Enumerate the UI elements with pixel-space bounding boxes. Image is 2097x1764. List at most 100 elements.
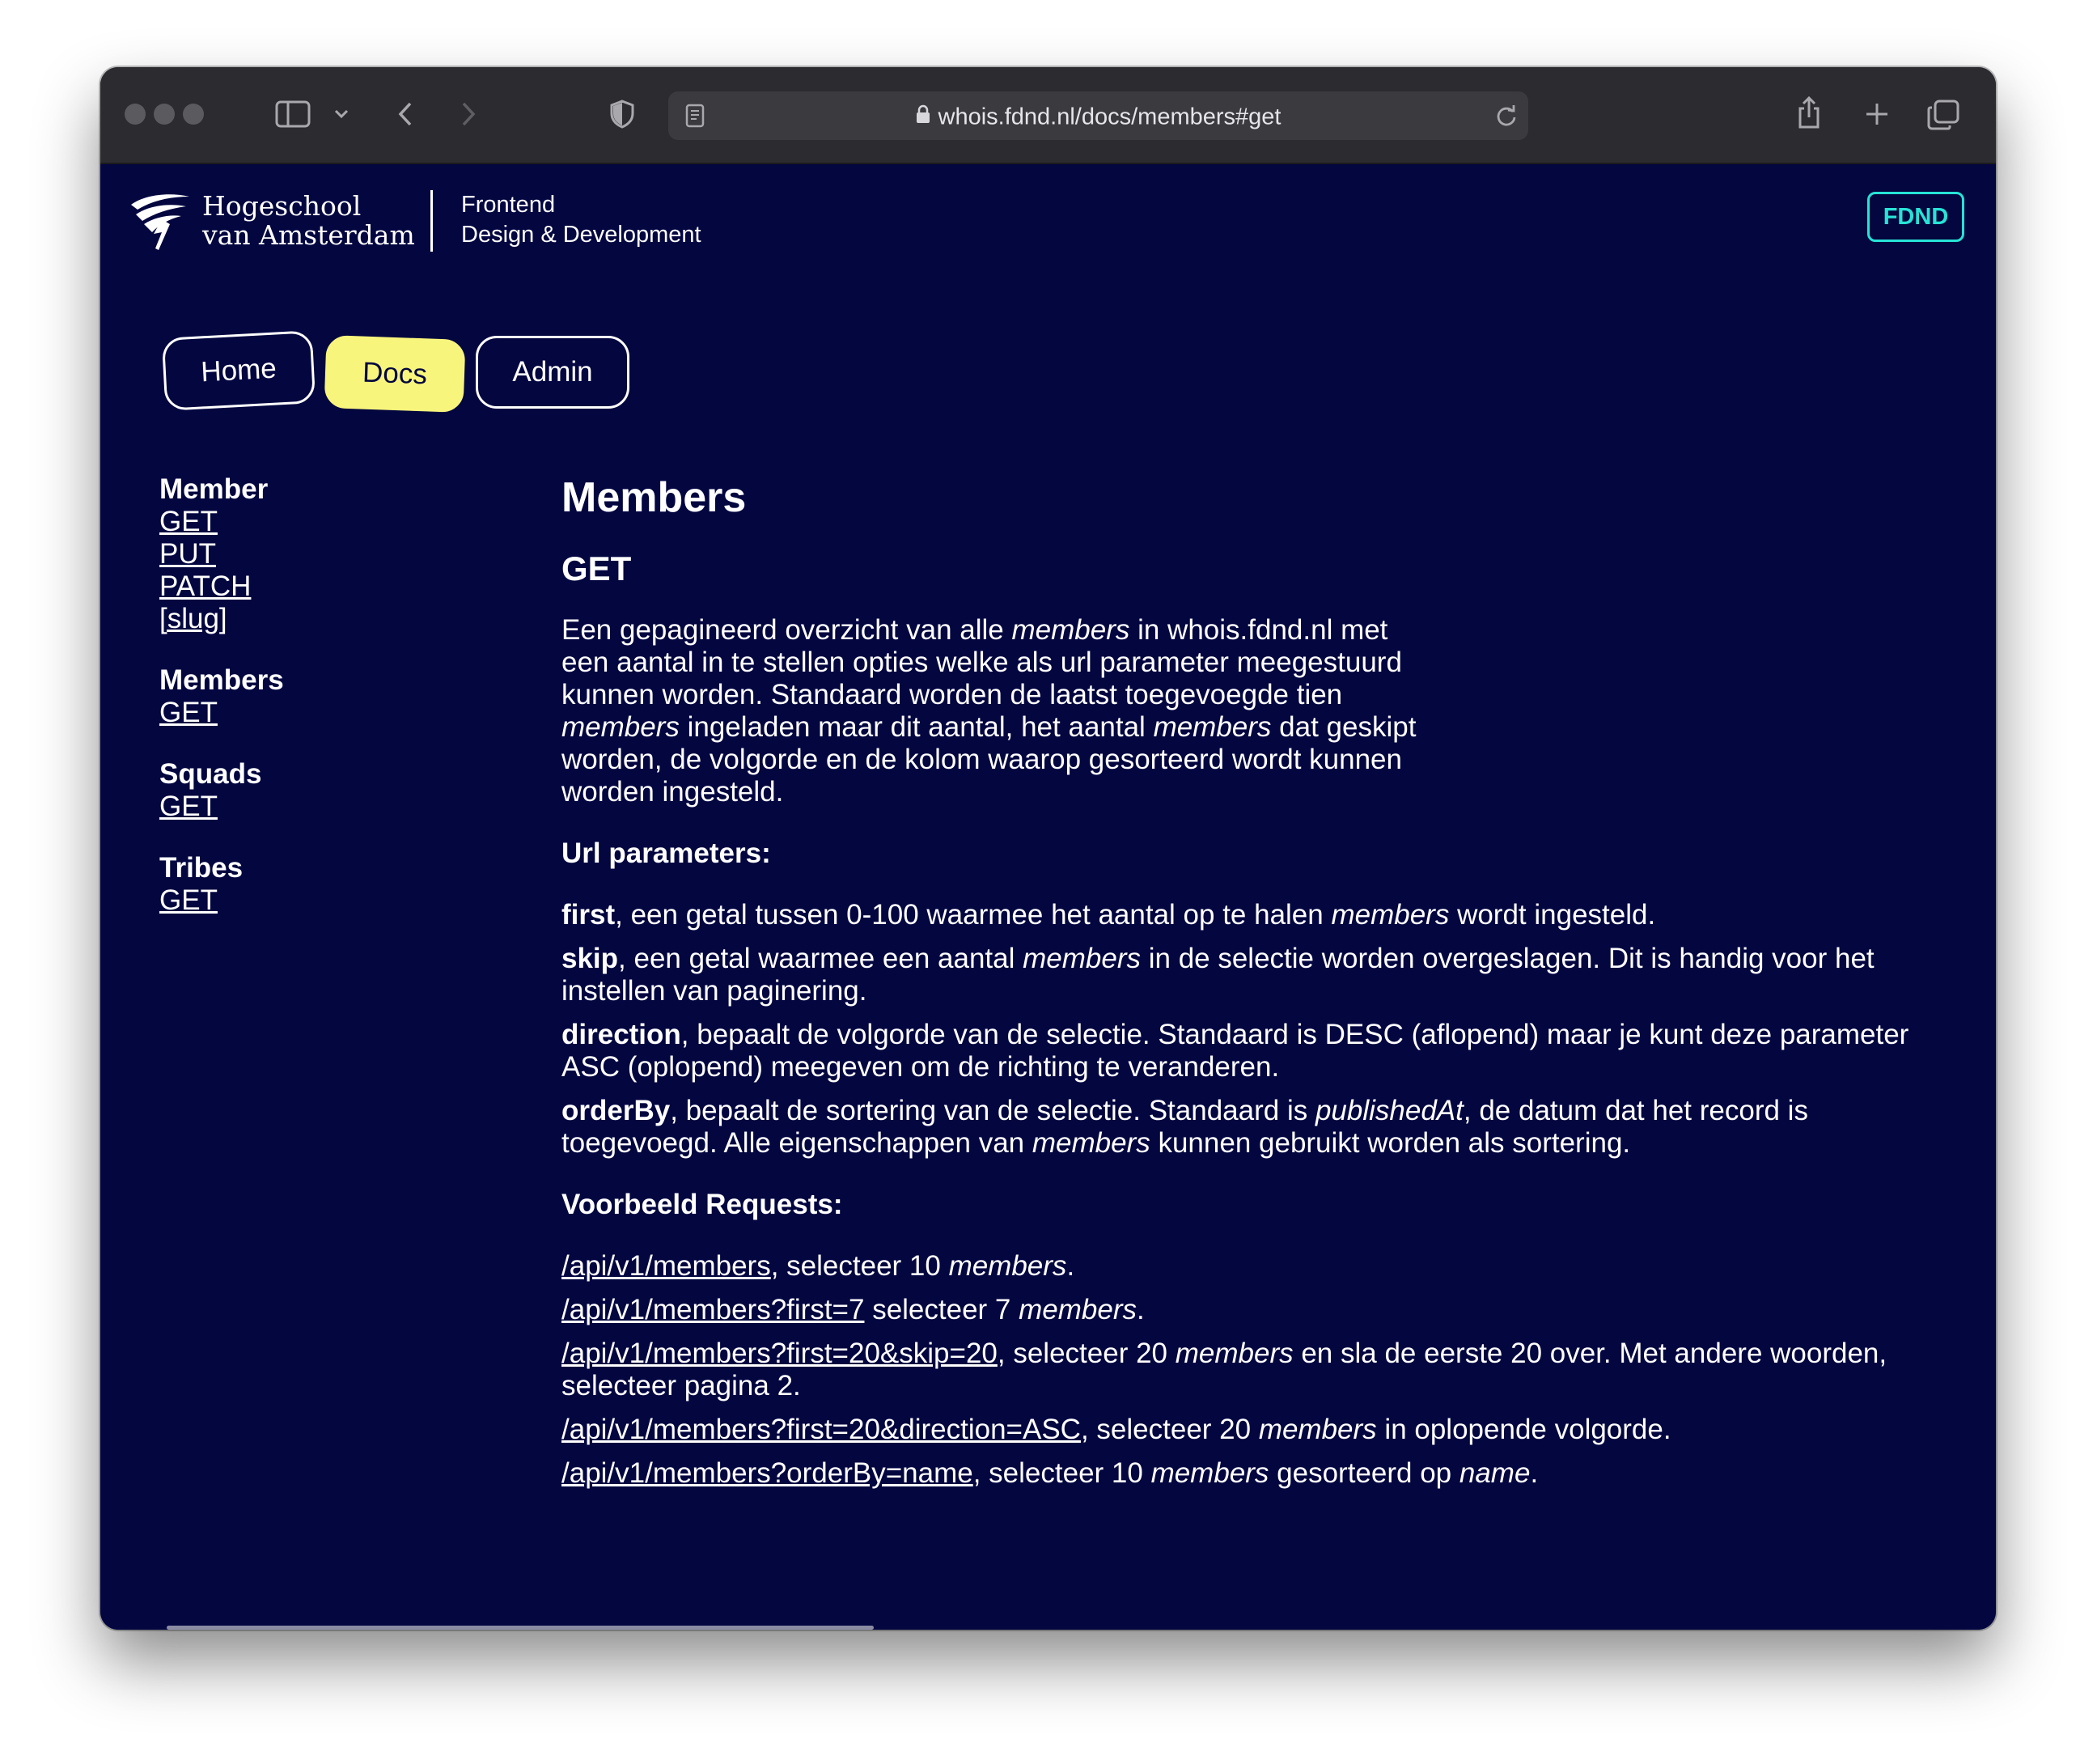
sidebar-title-squads: Squads (159, 758, 262, 790)
fdnd-badge[interactable]: FDND (1867, 192, 1964, 242)
intro-text-3: ingeladen maar dit aantal, het aantal (679, 711, 1154, 743)
page-content: Hogeschool van Amsterdam Frontend Design… (100, 164, 1996, 1630)
sidebar-group-tribes: Tribes GET (159, 852, 284, 917)
param-first: first, een getal tussen 0-100 waarmee he… (561, 899, 1953, 931)
hva-logo[interactable]: Hogeschool van Amsterdam (129, 192, 415, 256)
sidebar-link-member-patch[interactable]: PATCH (159, 570, 284, 603)
sidebar-title-members: Members (159, 664, 284, 696)
param-skip-text-1: , een getal waarmee een aantal (618, 943, 1023, 974)
example-1-text-1: , selecteer 10 (770, 1250, 949, 1282)
sidebar-group-squads: Squads GET (159, 758, 284, 823)
lock-icon (916, 92, 930, 141)
sidebar-link-member-put[interactable]: PUT (159, 538, 284, 570)
sidebar-link-squads-get[interactable]: GET (159, 791, 284, 823)
forward-arrow-icon[interactable] (456, 98, 481, 130)
param-orderby-name: orderBy (561, 1095, 671, 1126)
param-direction-name: direction (561, 1019, 681, 1050)
logo-line-2: van Amsterdam (202, 219, 415, 251)
sidebar-title-tribes: Tribes (159, 852, 244, 884)
chevron-down-icon[interactable] (333, 103, 350, 125)
minimize-window-button[interactable] (154, 104, 175, 125)
back-arrow-icon[interactable] (393, 98, 417, 130)
example-5-em-1: members (1150, 1457, 1269, 1489)
example-4: /api/v1/members?first=20&direction=ASC, … (561, 1414, 1953, 1446)
param-direction: direction, bepaalt de volgorde van de se… (561, 1019, 1953, 1083)
method-heading: GET (561, 549, 632, 587)
intro-paragraph: Een gepagineerd overzicht van alle membe… (561, 614, 1435, 808)
sidebar-group-members: Members GET (159, 664, 284, 729)
sidebar-link-member-slug[interactable]: [slug] (159, 603, 284, 635)
example-5-em-2: name (1459, 1457, 1531, 1489)
reload-icon[interactable] (1493, 103, 1519, 129)
sidebar-toggle-icon[interactable] (274, 98, 311, 130)
url-text: whois.fdnd.nl/docs/members#get (938, 104, 1282, 130)
zoom-window-button[interactable] (183, 104, 204, 125)
logo-line-1: Hogeschool (202, 190, 362, 222)
sidebar-group-member: Member GET PUT PATCH [slug] (159, 473, 284, 635)
example-2-text-2: . (1137, 1294, 1145, 1325)
sidebar-link-member-get[interactable]: GET (159, 506, 284, 538)
examples-heading: Voorbeeld Requests: (561, 1189, 843, 1220)
sidebar-link-tribes-get[interactable]: GET (159, 884, 284, 917)
example-2: /api/v1/members?first=7 selecteer 7 memb… (561, 1294, 1953, 1326)
tab-overview-icon[interactable] (1925, 98, 1961, 132)
example-5-text-3: . (1530, 1457, 1539, 1489)
example-5-link[interactable]: /api/v1/members?orderBy=name (561, 1457, 973, 1489)
example-3-link[interactable]: /api/v1/members?first=20&skip=20 (561, 1338, 998, 1369)
url-display[interactable]: whois.fdnd.nl/docs/members#get (668, 91, 1528, 140)
example-1: /api/v1/members, selecteer 10 members. (561, 1250, 1953, 1283)
nav-docs-button[interactable]: Docs (324, 335, 466, 413)
example-1-text-2: . (1066, 1250, 1075, 1282)
examples-list: /api/v1/members, selecteer 10 members. /… (561, 1250, 1953, 1490)
horizontal-scrollbar[interactable] (167, 1626, 874, 1630)
intro-em-2: members (561, 711, 680, 743)
example-1-em: members (948, 1250, 1067, 1282)
example-2-text-1: selecteer 7 (864, 1294, 1019, 1325)
course-line-2: Design & Development (461, 222, 701, 248)
sidebar-title-member: Member (159, 473, 269, 505)
example-5: /api/v1/members?orderBy=name, selecteer … (561, 1457, 1953, 1490)
example-5-text-2: gesorteerd op (1269, 1457, 1459, 1489)
sidebar-link-members-get[interactable]: GET (159, 697, 284, 729)
hva-logo-icon (129, 192, 193, 256)
param-skip: skip, een getal waarmee een aantal membe… (561, 943, 1953, 1007)
course-line-1: Frontend (461, 192, 556, 218)
browser-toolbar: whois.fdnd.nl/docs/members#get (100, 67, 1996, 164)
param-orderby-em-1: publishedAt (1315, 1095, 1464, 1126)
param-skip-em: members (1023, 943, 1141, 974)
example-2-link[interactable]: /api/v1/members?first=7 (561, 1294, 864, 1325)
example-2-em: members (1019, 1294, 1137, 1325)
privacy-shield-icon[interactable] (606, 98, 638, 130)
example-3-em: members (1175, 1338, 1294, 1369)
docs-sidebar: Member GET PUT PATCH [slug] Members GET … (159, 473, 284, 946)
param-first-name: first (561, 899, 616, 931)
param-skip-name: skip (561, 943, 619, 974)
example-4-text-1: , selecteer 20 (1080, 1414, 1259, 1445)
new-tab-plus-icon[interactable] (1861, 98, 1893, 130)
param-orderby: orderBy, bepaalt de sortering van de sel… (561, 1095, 1953, 1160)
example-4-em: members (1258, 1414, 1377, 1445)
page-title: Members (561, 474, 747, 521)
hva-logo-text: Hogeschool van Amsterdam (202, 192, 415, 250)
example-5-text-1: , selecteer 10 (972, 1457, 1151, 1489)
param-direction-text: , bepaalt de volgorde van de selectie. S… (561, 1019, 1909, 1083)
example-3-text-1: , selecteer 20 (997, 1338, 1176, 1369)
header-divider (430, 190, 433, 252)
example-4-text-2: in oplopende volgorde. (1376, 1414, 1671, 1445)
example-1-link[interactable]: /api/v1/members (561, 1250, 771, 1282)
close-window-button[interactable] (125, 104, 146, 125)
example-4-link[interactable]: /api/v1/members?first=20&direction=ASC (561, 1414, 1081, 1445)
param-first-text-2: wordt ingesteld. (1449, 899, 1656, 931)
address-bar[interactable]: whois.fdnd.nl/docs/members#get (668, 91, 1528, 140)
share-icon[interactable] (1793, 93, 1825, 132)
param-orderby-em-2: members (1032, 1127, 1150, 1159)
course-title: Frontend Design & Development (461, 190, 701, 250)
browser-window: whois.fdnd.nl/docs/members#get Hogeschoo… (100, 67, 1996, 1630)
intro-em-1: members (1011, 614, 1130, 646)
nav-admin-button[interactable]: Admin (476, 336, 629, 409)
intro-em-3: members (1153, 711, 1272, 743)
param-orderby-text-3: kunnen gebruikt worden als sortering. (1150, 1127, 1631, 1159)
nav-home-button[interactable]: Home (161, 330, 316, 411)
param-orderby-text-1: , bepaalt de sortering van de selectie. … (670, 1095, 1315, 1126)
param-first-em: members (1331, 899, 1450, 931)
